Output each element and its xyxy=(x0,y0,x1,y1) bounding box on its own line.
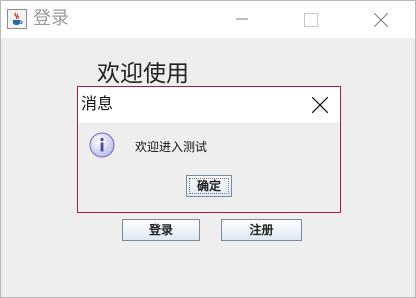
close-icon xyxy=(374,13,388,27)
window-title: 登录 xyxy=(33,8,69,29)
title-bar[interactable]: 登录 xyxy=(1,1,415,38)
close-icon xyxy=(312,97,328,113)
dialog-title-bar[interactable]: 消息 xyxy=(78,87,340,123)
java-cup-icon[interactable] xyxy=(7,9,27,29)
message-dialog: 消息 欢迎进入测试 确定 xyxy=(77,86,341,213)
ok-button[interactable]: 确定 xyxy=(186,175,232,197)
close-button[interactable] xyxy=(357,1,403,38)
login-button[interactable]: 登录 xyxy=(122,219,200,241)
register-button[interactable]: 注册 xyxy=(221,219,302,241)
maximize-icon xyxy=(304,13,318,27)
dialog-message: 欢迎进入测试 xyxy=(135,140,208,154)
minimize-button[interactable] xyxy=(219,1,265,38)
welcome-heading: 欢迎使用 xyxy=(97,61,189,87)
login-window: 登录 欢迎使用 登录 注册 消息 欢迎进入测试 确定 xyxy=(0,0,416,298)
maximize-button[interactable] xyxy=(287,1,333,38)
dialog-close-button[interactable] xyxy=(300,87,340,123)
info-icon xyxy=(89,132,115,158)
dialog-title: 消息 xyxy=(81,94,114,113)
minimize-icon xyxy=(236,18,248,20)
